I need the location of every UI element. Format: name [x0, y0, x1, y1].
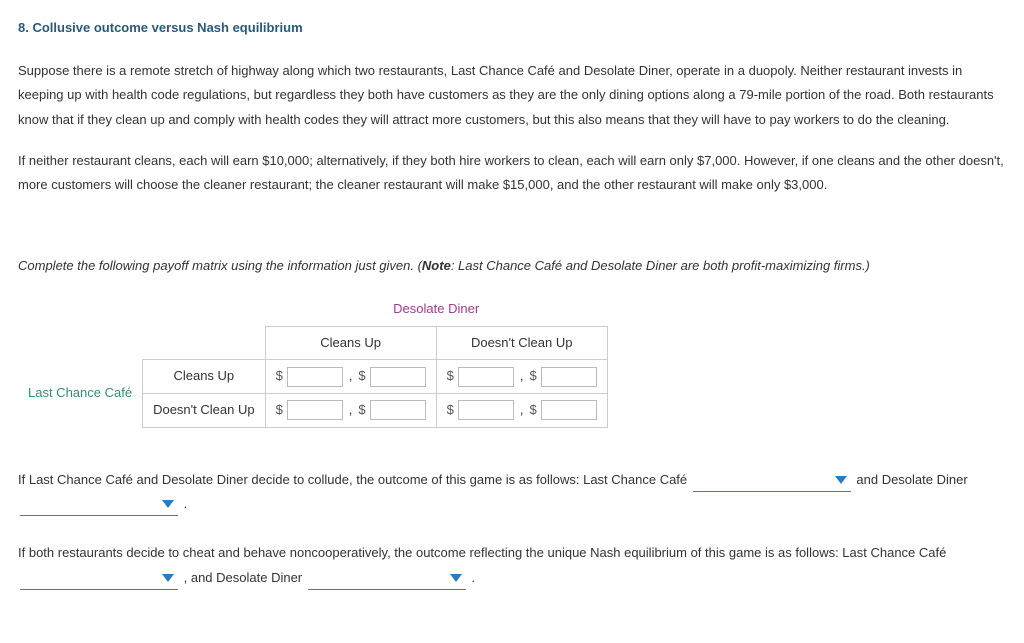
currency-symbol: $ [530, 364, 537, 389]
q1-mid: and Desolate Diner [856, 472, 967, 487]
instruction-text: Complete the following payoff matrix usi… [18, 254, 1006, 279]
q2-mid: , and Desolate Diner [184, 570, 306, 585]
q1-end: . [184, 496, 188, 511]
dropdown-collude-lcc[interactable] [693, 471, 851, 492]
input-lcc-cleans-dd-doesnt-dd[interactable] [541, 367, 597, 387]
q1-pre: If Last Chance Café and Desolate Diner d… [18, 472, 691, 487]
cell-doesnt-doesnt: $ , $ [447, 398, 597, 423]
q2-end: . [471, 570, 475, 585]
currency-symbol: $ [276, 364, 283, 389]
input-lcc-doesnt-dd-cleans-dd[interactable] [370, 400, 426, 420]
col-label-doesnt: Doesn't Clean Up [436, 326, 607, 360]
input-lcc-cleans-dd-cleans-lcc[interactable] [287, 367, 343, 387]
comma: , [520, 364, 524, 389]
scenario-para-1: Suppose there is a remote stretch of hig… [18, 59, 1006, 133]
cell-cleans-doesnt: $ , $ [447, 364, 597, 389]
chevron-down-icon [835, 476, 847, 484]
nash-question: If both restaurants decide to cheat and … [18, 541, 1006, 590]
column-player-label: Desolate Diner [265, 293, 607, 326]
input-lcc-doesnt-dd-cleans-lcc[interactable] [287, 400, 343, 420]
dropdown-collude-dd[interactable] [20, 495, 178, 516]
currency-symbol: $ [358, 364, 365, 389]
col-label-cleans: Cleans Up [265, 326, 436, 360]
payoff-matrix: Desolate Diner Cleans Up Doesn't Clean U… [18, 293, 1006, 428]
cell-cleans-cleans: $ , $ [276, 364, 426, 389]
currency-symbol: $ [447, 364, 454, 389]
input-lcc-cleans-dd-cleans-dd[interactable] [370, 367, 426, 387]
comma: , [520, 398, 524, 423]
currency-symbol: $ [276, 398, 283, 423]
chevron-down-icon [450, 574, 462, 582]
chevron-down-icon [162, 574, 174, 582]
question-heading: 8. Collusive outcome versus Nash equilib… [18, 16, 1006, 41]
row-label-cleans: Cleans Up [143, 360, 265, 394]
dropdown-nash-dd[interactable] [308, 569, 466, 590]
input-lcc-doesnt-dd-doesnt-dd[interactable] [541, 400, 597, 420]
input-lcc-doesnt-dd-doesnt-lcc[interactable] [458, 400, 514, 420]
row-label-doesnt: Doesn't Clean Up [143, 393, 265, 427]
comma: , [349, 398, 353, 423]
chevron-down-icon [162, 500, 174, 508]
input-lcc-cleans-dd-doesnt-lcc[interactable] [458, 367, 514, 387]
collusion-question: If Last Chance Café and Desolate Diner d… [18, 468, 1006, 517]
instruction-note-label: Note [422, 258, 451, 273]
instruction-pre: Complete the following payoff matrix usi… [18, 258, 422, 273]
comma: , [349, 364, 353, 389]
cell-doesnt-cleans: $ , $ [276, 398, 426, 423]
instruction-post: : Last Chance Café and Desolate Diner ar… [451, 258, 870, 273]
scenario-para-2: If neither restaurant cleans, each will … [18, 149, 1006, 198]
currency-symbol: $ [447, 398, 454, 423]
currency-symbol: $ [358, 398, 365, 423]
q2-pre: If both restaurants decide to cheat and … [18, 545, 946, 560]
dropdown-nash-lcc[interactable] [20, 569, 178, 590]
row-player-label: Last Chance Café [18, 360, 143, 427]
currency-symbol: $ [530, 398, 537, 423]
